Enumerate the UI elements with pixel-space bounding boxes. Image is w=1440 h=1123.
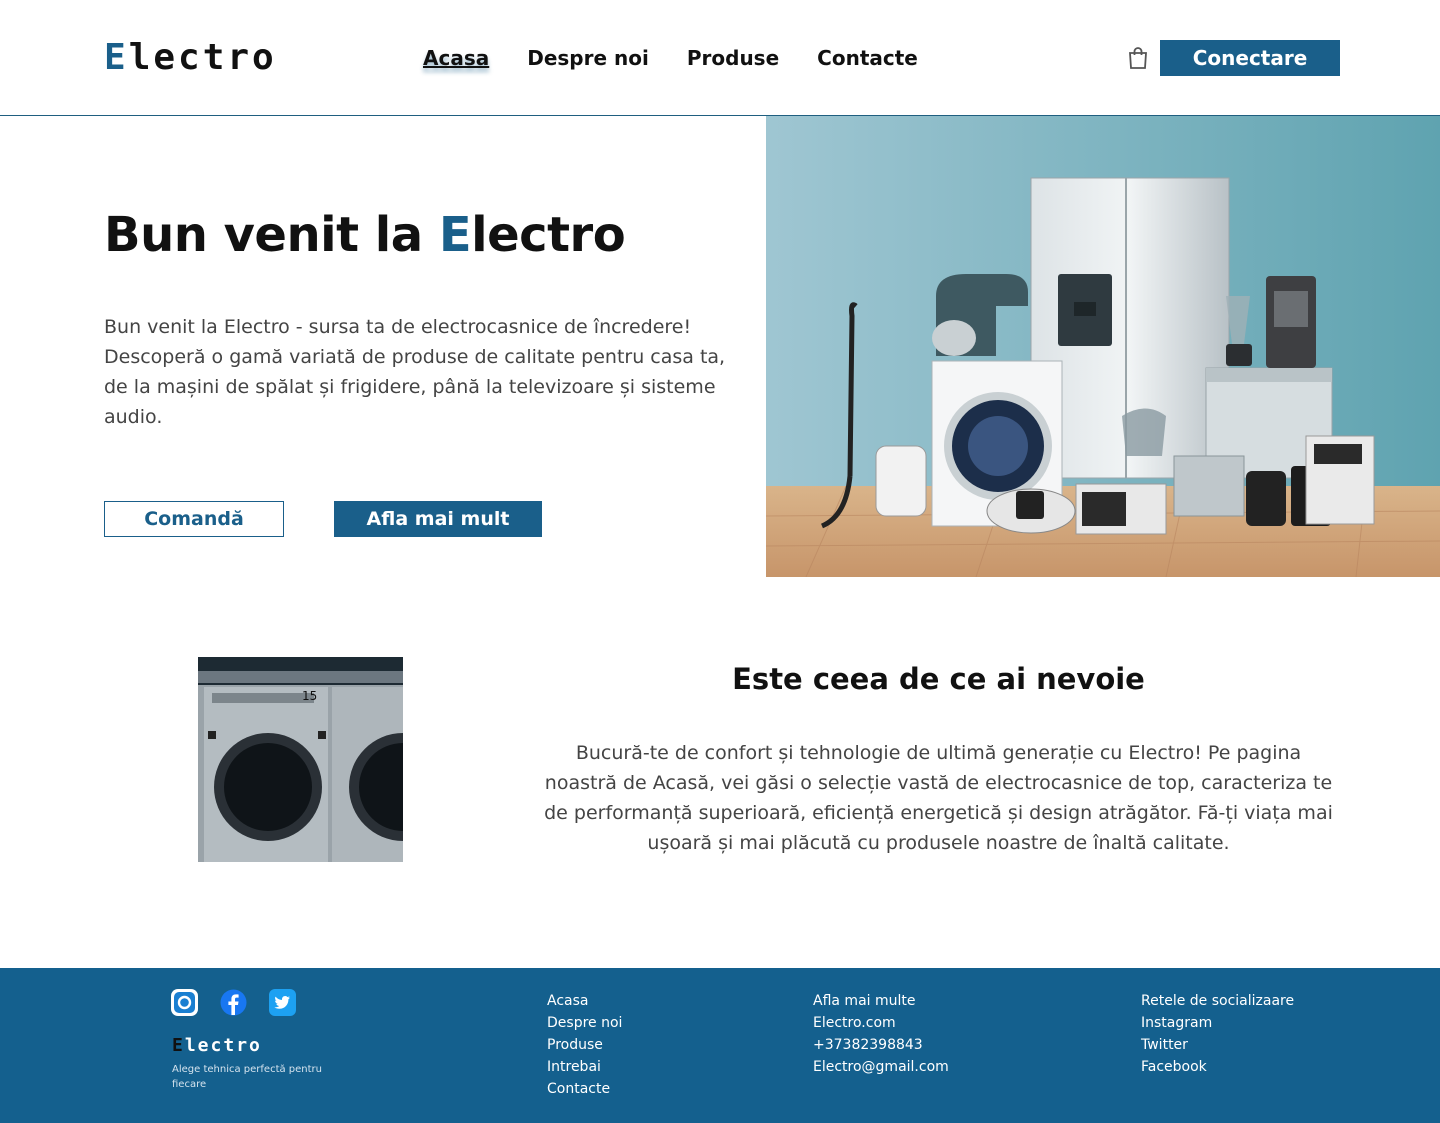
logo-rest: lectro [128, 37, 277, 78]
footer-link-despre-noi[interactable]: Despre noi [547, 1012, 622, 1034]
footer-contact-heading: Afla mai multe [813, 993, 916, 1009]
site-header: Electro Acasa Despre noi Produse Contact… [0, 0, 1440, 116]
footer-link-produse[interactable]: Produse [547, 1034, 622, 1056]
footer-link-intrebai[interactable]: Intrebai [547, 1056, 622, 1078]
footer-email[interactable]: Electro@gmail.com [813, 1056, 949, 1078]
facebook-icon[interactable] [219, 988, 248, 1017]
hero-title-end: lectro [471, 207, 626, 263]
nav-item-produse[interactable]: Produse [687, 44, 779, 72]
shopping-bag-icon[interactable] [1127, 46, 1149, 70]
logo[interactable]: Electro [104, 38, 277, 78]
hero-title: Bun venit la Electro [104, 203, 626, 267]
footer-logo-first-letter: E [172, 1035, 185, 1056]
learn-more-button[interactable]: Afla mai mult [334, 501, 542, 537]
footer-tagline: Alege tehnica perfectă pentru fiecare [172, 1064, 322, 1090]
footer-logo-rest: lectro [184, 1035, 262, 1056]
footer-link-facebook[interactable]: Facebook [1141, 1056, 1294, 1078]
footer-nav-column: Acasa Despre noi Produse Intrebai Contac… [547, 990, 622, 1100]
svg-text:15: 15 [302, 689, 317, 703]
footer-contact-column: Afla mai multe Electro.com +37382398843 … [813, 990, 949, 1078]
connect-button[interactable]: Conectare [1160, 40, 1340, 76]
hero-title-start: Bun venit la [104, 207, 439, 263]
logo-first-letter: E [104, 37, 129, 78]
nav-item-despre-noi[interactable]: Despre noi [527, 44, 649, 72]
footer-link-instagram[interactable]: Instagram [1141, 1012, 1294, 1034]
section-title: Este ceea de ce ai nevoie [732, 662, 1145, 696]
section-description: Bucură-te de confort și tehnologie de ul… [544, 742, 1333, 854]
laundry-machines-image: 15 [198, 657, 403, 862]
nav-item-contacte[interactable]: Contacte [817, 44, 918, 72]
main-nav: Acasa Despre noi Produse Contacte [423, 44, 918, 72]
hero-description: Bun venit la Electro - sursa ta de elect… [104, 316, 726, 428]
footer-social-column: Retele de socializaare Instagram Twitter… [1141, 990, 1294, 1078]
footer-website-link[interactable]: Electro.com [813, 1012, 949, 1034]
instagram-icon[interactable] [170, 988, 199, 1017]
nav-item-acasa[interactable]: Acasa [423, 44, 489, 72]
footer-link-contacte[interactable]: Contacte [547, 1078, 622, 1100]
order-button[interactable]: Comandă [104, 501, 284, 537]
footer-phone[interactable]: +37382398843 [813, 1034, 949, 1056]
footer-link-acasa[interactable]: Acasa [547, 990, 622, 1012]
appliances-hero-image [766, 116, 1440, 577]
twitter-icon[interactable] [268, 988, 297, 1017]
hero-title-accent: E [438, 207, 472, 263]
site-footer: Electro Alege tehnica perfectă pentru fi… [0, 968, 1440, 1123]
footer-logo[interactable]: Electro [172, 1035, 262, 1057]
footer-social-heading: Retele de socializaare [1141, 993, 1295, 1009]
footer-link-twitter[interactable]: Twitter [1141, 1034, 1294, 1056]
